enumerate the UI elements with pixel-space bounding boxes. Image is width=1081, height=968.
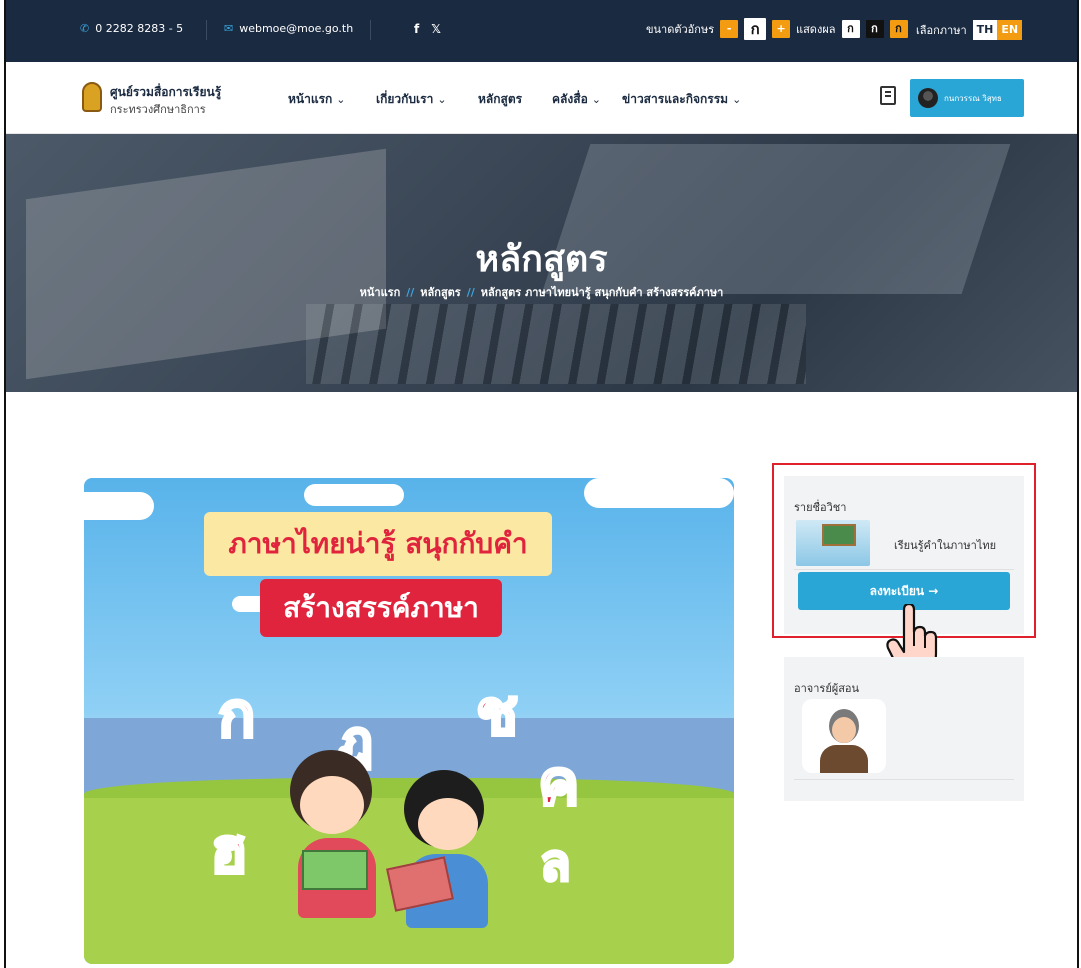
- font-size-label: ขนาดตัวอักษร: [646, 23, 715, 36]
- thai-letter: ค: [536, 745, 581, 821]
- phone-contact[interactable]: ✆ 0 2282 8283 - 5: [80, 22, 183, 35]
- cloud: [304, 484, 404, 506]
- menu-label: เกี่ยวกับเรา: [376, 92, 434, 106]
- cover-title-line1: ภาษาไทยน่ารู้ สนุกกับคำ: [204, 512, 552, 576]
- language-label: เลือกภาษา: [916, 24, 967, 37]
- display-label: แสดงผล: [796, 23, 836, 36]
- menu-label: หลักสูตร: [478, 92, 523, 106]
- chevron-down-icon: ⌄: [336, 93, 346, 106]
- menu-label: คลังสื่อ: [552, 92, 588, 106]
- breadcrumb-separator: //: [406, 286, 415, 299]
- course-cover-image: ภาษาไทยน่ารู้ สนุกกับคำ สร้างสรรค์ภาษา ก…: [84, 478, 734, 964]
- teacher-face: [832, 717, 856, 743]
- font-increase-button[interactable]: +: [772, 20, 791, 38]
- user-profile-button[interactable]: กนกวรรณ วิสุทธ: [910, 79, 1024, 117]
- social-links: f 𝕏: [414, 22, 441, 36]
- ministry-emblem-icon[interactable]: [82, 82, 102, 112]
- teacher-avatar[interactable]: [802, 699, 886, 773]
- facebook-icon[interactable]: f: [414, 22, 419, 36]
- boy-face: [418, 798, 478, 850]
- user-name: กนกวรรณ วิสุทธ: [944, 93, 1002, 103]
- page-frame: ✆ 0 2282 8283 - 5 ✉ webmoe@moe.go.th f 𝕏…: [4, 0, 1079, 968]
- cloud: [584, 478, 734, 508]
- breadcrumb-curriculum[interactable]: หลักสูตร: [420, 286, 460, 299]
- teacher-heading: อาจารย์ผู้สอน: [794, 682, 860, 695]
- display-contrast-button[interactable]: ก: [889, 20, 908, 38]
- divider: [794, 779, 1014, 780]
- font-decrease-button[interactable]: -: [720, 20, 739, 38]
- green-book: [302, 850, 368, 890]
- menu-label: ข่าวสารและกิจกรรม: [622, 92, 729, 106]
- breadcrumb-separator: //: [466, 286, 475, 299]
- thai-letter: ฮ: [209, 813, 250, 889]
- page-banner: หลักสูตร หน้าแรก//หลักสูตร//หลักสูตร ภาษ…: [6, 134, 1077, 392]
- thai-letter: ล: [539, 833, 573, 894]
- menu-curriculum[interactable]: หลักสูตร: [478, 90, 522, 109]
- breadcrumb-home[interactable]: หน้าแรก: [360, 286, 401, 299]
- font-current: ก: [744, 18, 767, 40]
- divider: [370, 20, 371, 40]
- menu-news[interactable]: ข่าวสารและกิจกรรม ⌄: [622, 90, 741, 109]
- menu-home[interactable]: หน้าแรก ⌄: [288, 90, 346, 109]
- chevron-down-icon: ⌄: [437, 93, 447, 106]
- mail-icon: ✉: [224, 22, 234, 35]
- lang-th-button[interactable]: TH: [972, 20, 998, 40]
- email-contact[interactable]: ✉ webmoe@moe.go.th: [224, 22, 353, 35]
- page-title: หลักสูตร: [475, 239, 608, 280]
- thai-letter: ช: [474, 675, 519, 751]
- cover-title-line2: สร้างสรรค์ภาษา: [260, 579, 502, 637]
- breadcrumb-current: หลักสูตร ภาษาไทยน่ารู้ สนุกกับคำ สร้างสร…: [480, 286, 724, 299]
- main-nav: ศูนย์รวมสื่อการเรียนรู้ กระทรวงศึกษาธิกา…: [6, 62, 1077, 134]
- phone-icon: ✆: [80, 22, 90, 35]
- top-bar: ✆ 0 2282 8283 - 5 ✉ webmoe@moe.go.th f 𝕏…: [6, 0, 1077, 62]
- avatar: [918, 88, 938, 108]
- banner-keyboard-decoration: [306, 304, 806, 384]
- logo-subtitle: กระทรวงศึกษาธิการ: [110, 103, 206, 116]
- breadcrumb: หน้าแรก // หลักสูตร // หลักสูตร ภาษาไทยน่ารู…: [6, 283, 1077, 301]
- teacher-card: อาจารย์ผู้สอน: [784, 657, 1024, 801]
- cloud: [84, 492, 154, 520]
- font-size-control: ขนาดตัวอักษร - ก +: [646, 18, 791, 40]
- display-mode-control: แสดงผล ก ก ก: [796, 20, 908, 38]
- girl-face: [300, 776, 364, 834]
- menu-about[interactable]: เกี่ยวกับเรา ⌄: [376, 90, 447, 109]
- thai-letter: ก: [217, 677, 258, 753]
- chevron-down-icon: ⌄: [591, 93, 601, 106]
- teacher-suit: [820, 745, 868, 773]
- divider: [206, 20, 207, 40]
- twitter-icon[interactable]: 𝕏: [431, 22, 441, 36]
- lang-en-button[interactable]: EN: [997, 20, 1023, 40]
- book-icon[interactable]: [880, 86, 896, 105]
- menu-media[interactable]: คลังสื่อ ⌄: [552, 90, 601, 109]
- language-control: เลือกภาษา TH EN: [916, 20, 1023, 40]
- email-address: webmoe@moe.go.th: [239, 22, 354, 35]
- phone-number: 0 2282 8283 - 5: [95, 22, 184, 35]
- menu-label: หน้าแรก: [288, 92, 333, 106]
- display-normal-button[interactable]: ก: [841, 20, 860, 38]
- display-dark-button[interactable]: ก: [865, 20, 884, 38]
- chevron-down-icon: ⌄: [732, 93, 742, 106]
